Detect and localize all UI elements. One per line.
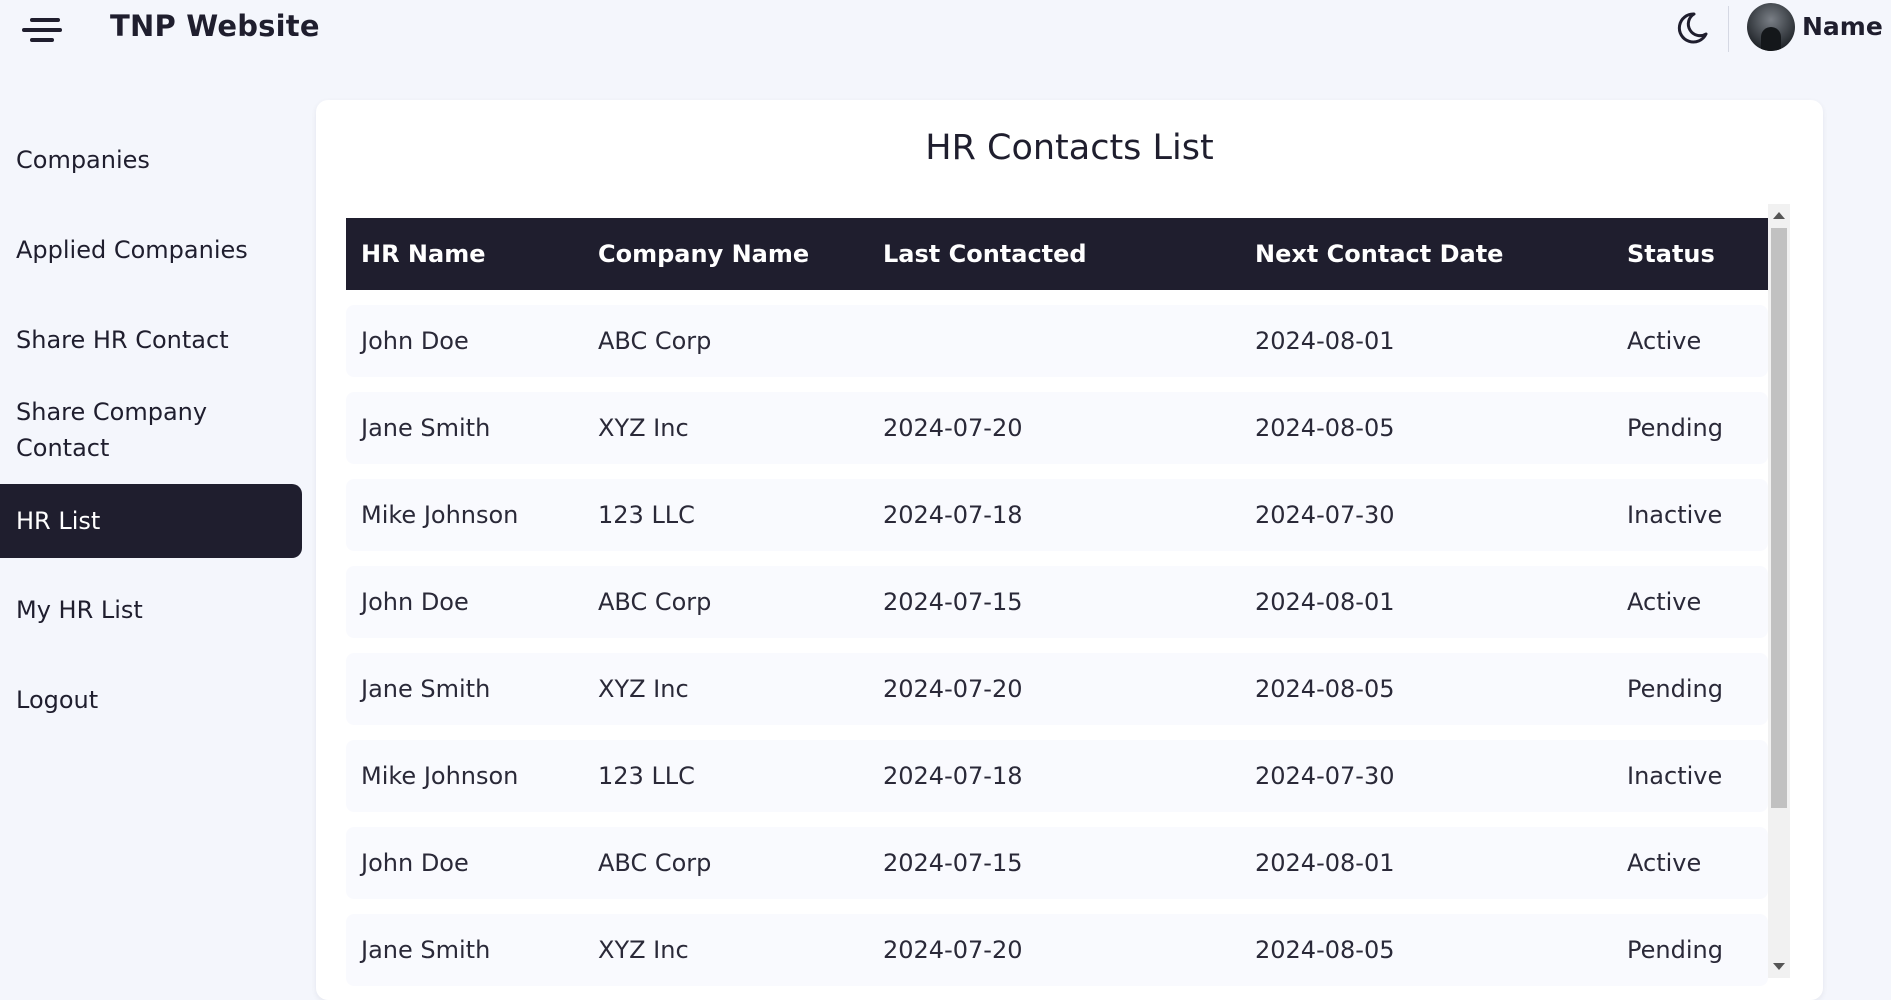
- table-row[interactable]: Mike Johnson 123 LLC 2024-07-18 2024-07-…: [346, 479, 1768, 551]
- table-scrollbar[interactable]: [1768, 204, 1790, 978]
- cell-next-contact-date: 2024-07-30: [1255, 762, 1395, 790]
- top-bar: TNP Website Name: [0, 0, 1891, 58]
- cell-hr-name: John Doe: [361, 849, 469, 877]
- moon-icon[interactable]: [1672, 8, 1712, 48]
- sidebar-item-label: HR List: [16, 507, 101, 535]
- sidebar-item-share-company-contact[interactable]: Share Company Contact: [0, 392, 302, 468]
- scrollbar-thumb[interactable]: [1771, 228, 1787, 808]
- hr-contacts-table: HR Name Company Name Last Contacted Next…: [346, 218, 1768, 1000]
- cell-company-name: ABC Corp: [598, 327, 712, 355]
- cell-next-contact-date: 2024-08-01: [1255, 849, 1395, 877]
- menu-icon[interactable]: [18, 12, 66, 48]
- cell-status: Inactive: [1627, 501, 1723, 529]
- cell-company-name: 123 LLC: [598, 762, 695, 790]
- cell-next-contact-date: 2024-08-05: [1255, 936, 1395, 964]
- sidebar-item-companies[interactable]: Companies: [0, 140, 302, 180]
- table-row[interactable]: Jane Smith XYZ Inc 2024-07-20 2024-08-05…: [346, 653, 1768, 725]
- header-divider: [1728, 6, 1729, 52]
- sidebar-item-logout[interactable]: Logout: [0, 680, 302, 720]
- sidebar-item-label: Logout: [16, 686, 99, 714]
- sidebar-item-share-hr-contact[interactable]: Share HR Contact: [0, 320, 302, 360]
- cell-company-name: 123 LLC: [598, 501, 695, 529]
- scroll-up-arrow-icon[interactable]: [1773, 212, 1785, 219]
- cell-last-contacted: 2024-07-20: [883, 675, 1023, 703]
- cell-hr-name: Mike Johnson: [361, 762, 519, 790]
- cell-next-contact-date: 2024-08-01: [1255, 588, 1395, 616]
- column-header[interactable]: Last Contacted: [883, 218, 1087, 290]
- cell-company-name: XYZ Inc: [598, 414, 689, 442]
- sidebar-item-applied-companies[interactable]: Applied Companies: [0, 230, 302, 270]
- sidebar-item-label: Companies: [16, 146, 150, 174]
- cell-status: Inactive: [1627, 762, 1723, 790]
- table-row[interactable]: John Doe ABC Corp 2024-07-15 2024-08-01 …: [346, 827, 1768, 899]
- cell-last-contacted: 2024-07-15: [883, 588, 1023, 616]
- cell-last-contacted: 2024-07-18: [883, 501, 1023, 529]
- sidebar-item-label: Share HR Contact: [16, 326, 229, 354]
- table-row[interactable]: John Doe ABC Corp 2024-08-01 Active: [346, 305, 1768, 377]
- cell-last-contacted: 2024-07-20: [883, 414, 1023, 442]
- cell-hr-name: Jane Smith: [361, 675, 491, 703]
- sidebar-item-label: Share Company Contact: [16, 398, 208, 462]
- cell-last-contacted: 2024-07-18: [883, 762, 1023, 790]
- cell-status: Active: [1627, 327, 1702, 355]
- cell-next-contact-date: 2024-08-05: [1255, 414, 1395, 442]
- page-title: HR Contacts List: [925, 128, 1214, 168]
- table-row[interactable]: Jane Smith XYZ Inc 2024-07-20 2024-08-05…: [346, 392, 1768, 464]
- column-header[interactable]: HR Name: [361, 218, 486, 290]
- cell-status: Pending: [1627, 675, 1723, 703]
- column-header[interactable]: Company Name: [598, 218, 809, 290]
- cell-next-contact-date: 2024-07-30: [1255, 501, 1395, 529]
- sidebar-item-label: Applied Companies: [16, 236, 248, 264]
- avatar[interactable]: [1747, 3, 1795, 51]
- cell-last-contacted: 2024-07-20: [883, 936, 1023, 964]
- table-row[interactable]: Mike Johnson 123 LLC 2024-07-18 2024-07-…: [346, 740, 1768, 812]
- cell-hr-name: Mike Johnson: [361, 501, 519, 529]
- cell-next-contact-date: 2024-08-01: [1255, 327, 1395, 355]
- cell-status: Pending: [1627, 414, 1723, 442]
- user-name[interactable]: Name: [1802, 12, 1883, 41]
- cell-company-name: XYZ Inc: [598, 675, 689, 703]
- cell-hr-name: John Doe: [361, 588, 469, 616]
- column-header[interactable]: Next Contact Date: [1255, 218, 1503, 290]
- sidebar-item-hr-list[interactable]: HR List: [0, 484, 302, 558]
- cell-company-name: ABC Corp: [598, 588, 712, 616]
- sidebar-item-label: My HR List: [16, 596, 143, 624]
- sidebar-item-my-hr-list[interactable]: My HR List: [0, 590, 302, 630]
- table-row[interactable]: John Doe ABC Corp 2024-07-15 2024-08-01 …: [346, 566, 1768, 638]
- cell-status: Active: [1627, 849, 1702, 877]
- table-row[interactable]: Jane Smith XYZ Inc 2024-07-20 2024-08-05…: [346, 914, 1768, 986]
- scroll-down-arrow-icon[interactable]: [1773, 963, 1785, 970]
- cell-hr-name: Jane Smith: [361, 414, 491, 442]
- cell-company-name: ABC Corp: [598, 849, 712, 877]
- cell-status: Pending: [1627, 936, 1723, 964]
- cell-next-contact-date: 2024-08-05: [1255, 675, 1395, 703]
- hr-contacts-card: HR Contacts List HR Name Company Name La…: [316, 100, 1823, 1000]
- cell-last-contacted: 2024-07-15: [883, 849, 1023, 877]
- column-header[interactable]: Status: [1627, 218, 1715, 290]
- brand-title: TNP Website: [110, 9, 320, 43]
- cell-hr-name: Jane Smith: [361, 936, 491, 964]
- cell-company-name: XYZ Inc: [598, 936, 689, 964]
- table-header: HR Name Company Name Last Contacted Next…: [346, 218, 1768, 290]
- cell-hr-name: John Doe: [361, 327, 469, 355]
- cell-status: Active: [1627, 588, 1702, 616]
